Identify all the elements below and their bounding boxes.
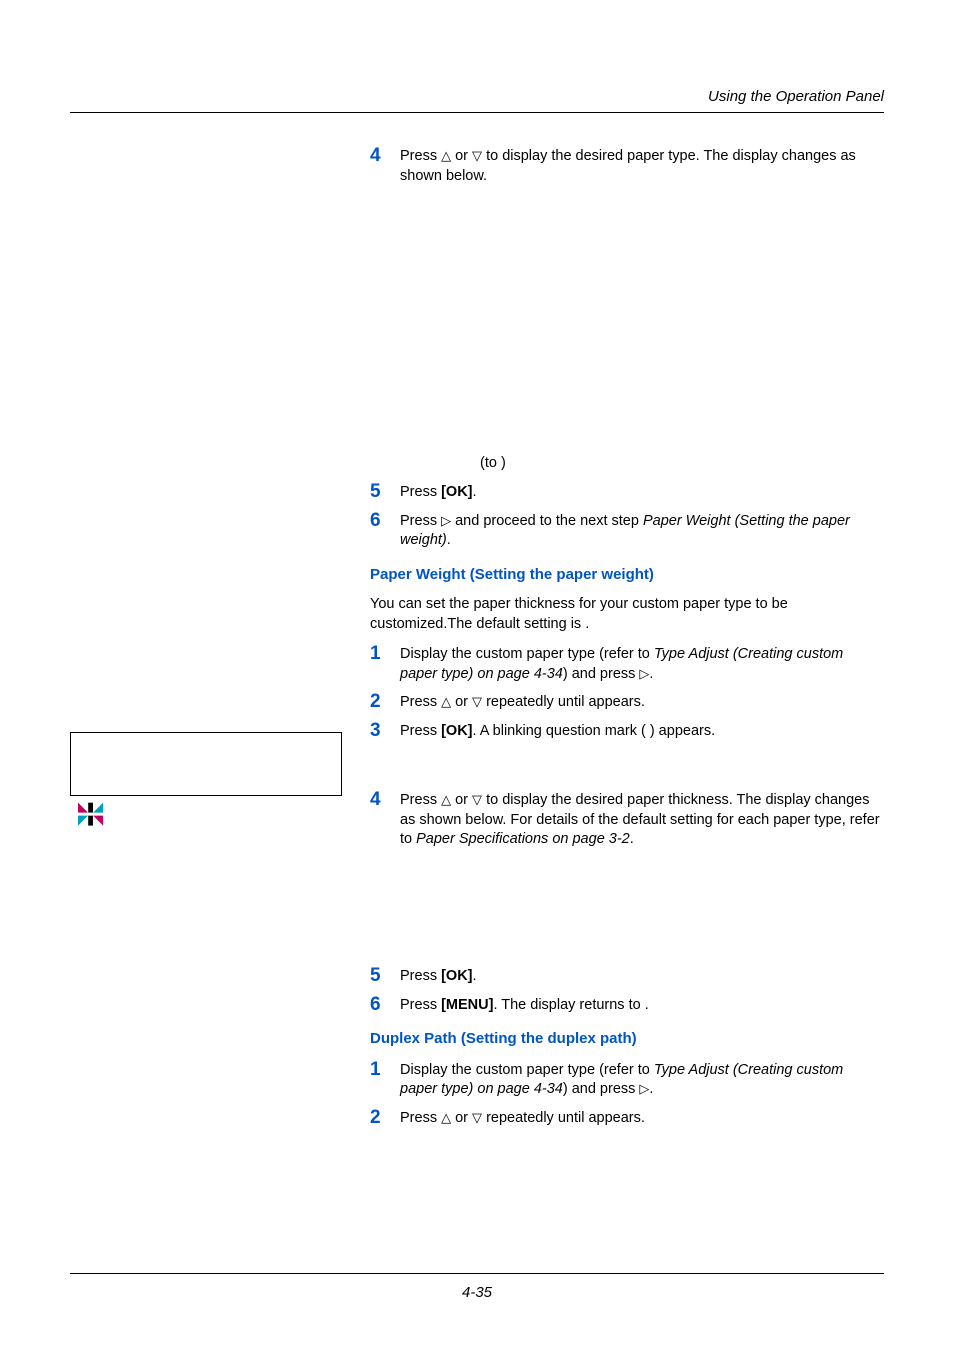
to-label: (to ) bbox=[480, 454, 884, 474]
step-text: Press [OK]. bbox=[400, 482, 884, 503]
step-number: 5 bbox=[370, 966, 400, 987]
step-text: Press △ or ▽ repeatedly until appears. bbox=[400, 692, 884, 713]
text: . bbox=[649, 1081, 653, 1097]
text: repeatedly until appears. bbox=[482, 694, 645, 710]
step-text: Press [OK]. bbox=[400, 966, 884, 987]
text: . A blinking question mark ( ) appears. bbox=[473, 723, 716, 739]
text: Press bbox=[400, 723, 441, 739]
step-text: Press [MENU]. The display returns to . bbox=[400, 995, 884, 1016]
key-ok: [OK] bbox=[441, 484, 472, 500]
section-heading-duplex-path: Duplex Path (Setting the duplex path) bbox=[370, 1029, 884, 1049]
text: . bbox=[473, 484, 477, 500]
key-ok: [OK] bbox=[441, 723, 472, 739]
text: or bbox=[451, 148, 472, 164]
step-text: Press △ or ▽ to display the desired pape… bbox=[400, 790, 884, 850]
indicator-icon: ◤▮◥ bbox=[78, 813, 102, 826]
key-ok: [OK] bbox=[441, 968, 472, 984]
step-number: 1 bbox=[370, 644, 400, 684]
text: Press bbox=[400, 792, 441, 808]
text: Display the custom paper type (refer to bbox=[400, 1062, 654, 1078]
text: or bbox=[451, 1110, 472, 1126]
glyph: ◤ bbox=[78, 812, 87, 827]
step-text: Display the custom paper type (refer to … bbox=[400, 1060, 884, 1100]
header-rule bbox=[70, 112, 884, 113]
spacer bbox=[370, 750, 884, 790]
triangle-down-icon: ▽ bbox=[472, 1111, 482, 1124]
triangle-down-icon: ▽ bbox=[472, 793, 482, 806]
text: Press bbox=[400, 997, 441, 1013]
triangle-up-icon: △ bbox=[441, 793, 451, 806]
step-number: 2 bbox=[370, 692, 400, 713]
display-panel-box bbox=[70, 732, 342, 796]
text: . bbox=[649, 666, 653, 682]
triangle-right-icon: ▷ bbox=[639, 1082, 649, 1095]
text: Press bbox=[400, 968, 441, 984]
step-text: Press [OK]. A blinking question mark ( )… bbox=[400, 721, 884, 742]
step-number: 4 bbox=[370, 146, 400, 186]
text: ) and press bbox=[563, 666, 640, 682]
step-number: 1 bbox=[370, 1060, 400, 1100]
ref: Paper Specifications on page 3-2 bbox=[416, 831, 630, 847]
key-menu: [MENU] bbox=[441, 997, 493, 1013]
text: Press bbox=[400, 694, 441, 710]
page-footer: 4-35 bbox=[70, 1273, 884, 1301]
step-number: 3 bbox=[370, 721, 400, 742]
step-text: Display the custom paper type (refer to … bbox=[400, 644, 884, 684]
glyph: ◥ bbox=[93, 812, 102, 827]
text: Display the custom paper type (refer to bbox=[400, 646, 654, 662]
step-number: 6 bbox=[370, 995, 400, 1016]
page-number: 4-35 bbox=[462, 1284, 492, 1301]
step-number: 5 bbox=[370, 482, 400, 503]
text: Press bbox=[400, 1110, 441, 1126]
text: and proceed to the next step bbox=[451, 513, 643, 529]
text: . bbox=[473, 968, 477, 984]
display-placeholder bbox=[370, 194, 884, 454]
text: Press bbox=[400, 513, 441, 529]
text: . bbox=[630, 831, 634, 847]
text: Press bbox=[400, 148, 441, 164]
step-text: Press △ or ▽ repeatedly until appears. bbox=[400, 1108, 884, 1129]
step-number: 4 bbox=[370, 790, 400, 850]
running-header: Using the Operation Panel bbox=[708, 88, 884, 105]
triangle-down-icon: ▽ bbox=[472, 149, 482, 162]
text: . The display returns to . bbox=[493, 997, 648, 1013]
text: . bbox=[447, 532, 451, 548]
triangle-right-icon: ▷ bbox=[441, 514, 451, 527]
triangle-down-icon: ▽ bbox=[472, 695, 482, 708]
text: repeatedly until appears. bbox=[482, 1110, 645, 1126]
triangle-right-icon: ▷ bbox=[639, 667, 649, 680]
section-heading-paper-weight: Paper Weight (Setting the paper weight) bbox=[370, 565, 884, 585]
triangle-up-icon: △ bbox=[441, 695, 451, 708]
step-number: 2 bbox=[370, 1108, 400, 1129]
text: Press bbox=[400, 484, 441, 500]
text: ) and press bbox=[563, 1081, 640, 1097]
step-text: Press ▷ and proceed to the next step Pap… bbox=[400, 511, 884, 551]
text: or bbox=[451, 694, 472, 710]
section-body: You can set the paper thickness for your… bbox=[370, 595, 884, 634]
text: or bbox=[451, 792, 472, 808]
triangle-up-icon: △ bbox=[441, 1111, 451, 1124]
triangle-up-icon: △ bbox=[441, 149, 451, 162]
step-text: Press △ or ▽ to display the desired pape… bbox=[400, 146, 884, 186]
step-number: 6 bbox=[370, 511, 400, 551]
display-placeholder bbox=[370, 858, 884, 966]
